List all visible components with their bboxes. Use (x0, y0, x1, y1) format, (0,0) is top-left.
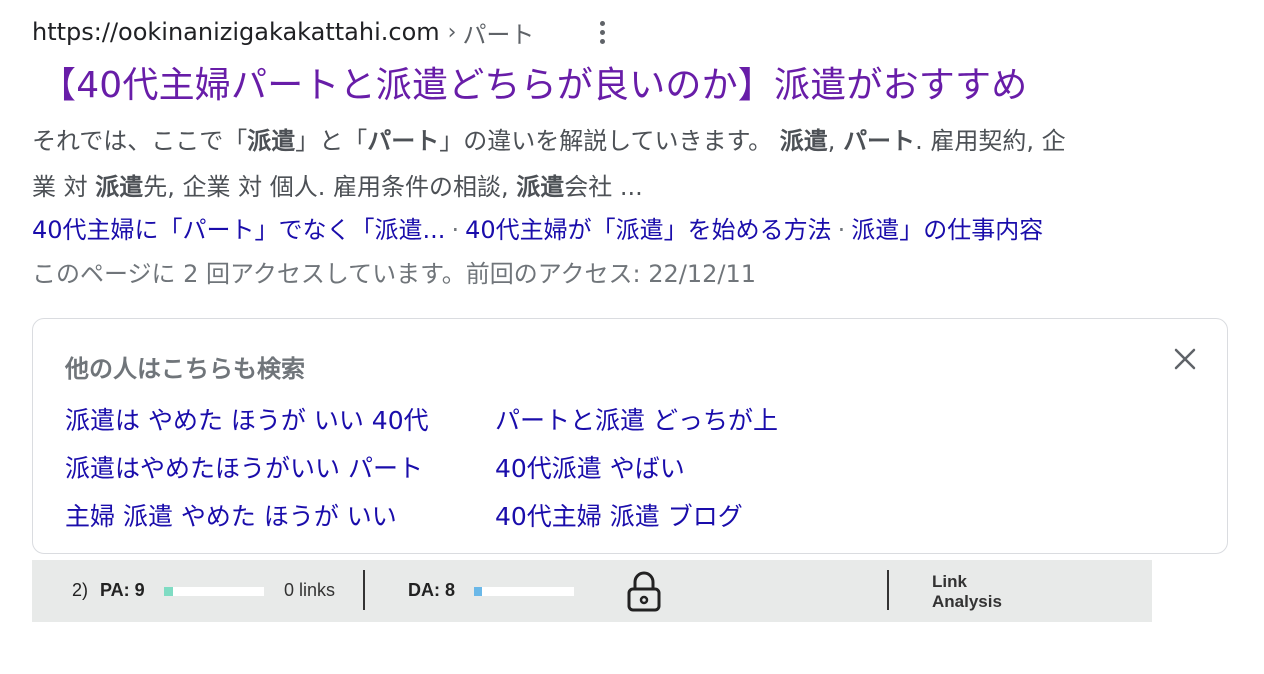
pasf-item[interactable]: 40代主婦 派遣 ブログ (495, 495, 895, 539)
pasf-item[interactable]: 派遣はやめたほうがいい パート (65, 447, 495, 491)
people-also-search-box: 他の人はこちらも検索 派遣は やめた ほうが いい 40代 パートと派遣 どっち… (32, 318, 1228, 554)
sitelinks: 40代主婦に「パート」でなく「派遣... · 40代主婦が「派遣」を始める方法 · 派遣… (32, 208, 1043, 252)
result-url-row[interactable]: https://ookinanizigakakattahi.com › パート (32, 14, 534, 50)
snippet-text: 業 対 (32, 173, 96, 201)
pasf-item[interactable]: 40代派遣 やばい (495, 447, 895, 491)
snippet-line-1: それでは、ここで「派遣」と「パート」の違いを解説していきます。 派遣, パート.… (32, 118, 1238, 164)
da-bar-fill (474, 587, 482, 596)
pasf-item[interactable]: 主婦 派遣 やめた ほうが いい (65, 495, 495, 539)
sitelink-3[interactable]: 派遣」の仕事内容 (851, 216, 1043, 244)
divider (887, 570, 889, 610)
pa-bar (164, 587, 264, 596)
sitelink-separator: · (451, 216, 460, 244)
pasf-item[interactable]: 派遣は やめた ほうが いい 40代 (65, 399, 495, 443)
snippet-highlight: パート (843, 127, 916, 155)
snippet-highlight: パート (367, 127, 440, 155)
more-options-icon[interactable] (588, 16, 616, 48)
result-index: 2) (72, 580, 89, 600)
snippet-text: , (827, 127, 844, 155)
snippet-highlight: 派遣 (516, 173, 565, 201)
snippet-highlight: 派遣 (779, 127, 828, 155)
pasf-item[interactable]: パートと派遣 どっちが上 (495, 399, 895, 443)
snippet-text: 」の違いを解説していきます。 (439, 127, 780, 155)
snippet-text: . 雇用契約, 企 (915, 127, 1066, 155)
breadcrumb[interactable]: パート (462, 15, 534, 50)
result-title-link[interactable]: 【40代主婦パートと派遣どちらが良いのか】派遣がおすすめ (40, 60, 1027, 112)
visited-info: このページに 2 回アクセスしています。前回のアクセス: 22/12/11 (32, 260, 757, 288)
link-analysis-line-2: Analysis (932, 592, 1002, 611)
da-bar (474, 587, 574, 596)
lock-icon[interactable] (626, 570, 662, 612)
sitelink-1[interactable]: 40代主婦に「パート」でなく「派遣... (32, 216, 445, 244)
moz-bar: 2) PA: 9 0 links DA: 8 Link Analysis (32, 560, 1152, 622)
snippet-text: 会社 ... (564, 173, 643, 201)
sitelink-2[interactable]: 40代主婦が「派遣」を始める方法 (465, 216, 832, 244)
link-analysis-button[interactable]: Link Analysis (932, 572, 1002, 612)
pa-bar-fill (164, 587, 173, 596)
result-snippet: それでは、ここで「派遣」と「パート」の違いを解説していきます。 派遣, パート.… (32, 118, 1238, 210)
snippet-text: それでは、ここで「 (32, 127, 248, 155)
pasf-title: 他の人はこちらも検索 (65, 355, 305, 383)
snippet-line-2: 業 対 派遣先, 企業 対 個人. 雇用条件の相談, 派遣会社 ... (32, 164, 1238, 210)
divider (363, 570, 365, 610)
snippet-text: 」と「 (295, 127, 368, 155)
page-authority: PA: 9 (100, 580, 145, 600)
close-icon[interactable] (1169, 343, 1201, 375)
result-url[interactable]: https://ookinanizigakakattahi.com (32, 18, 440, 46)
sitelink-separator: · (837, 216, 846, 244)
link-analysis-line-1: Link (932, 572, 967, 591)
snippet-highlight: 派遣 (95, 173, 144, 201)
snippet-text: 先, 企業 対 個人. 雇用条件の相談, (143, 173, 517, 201)
links-count[interactable]: 0 links (284, 580, 335, 601)
domain-authority: DA: 8 (408, 580, 456, 600)
snippet-highlight: 派遣 (247, 127, 296, 155)
breadcrumb-separator: › (447, 19, 457, 45)
pasf-grid: 派遣は やめた ほうが いい 40代 パートと派遣 どっちが上 派遣はやめたほう… (65, 399, 895, 539)
